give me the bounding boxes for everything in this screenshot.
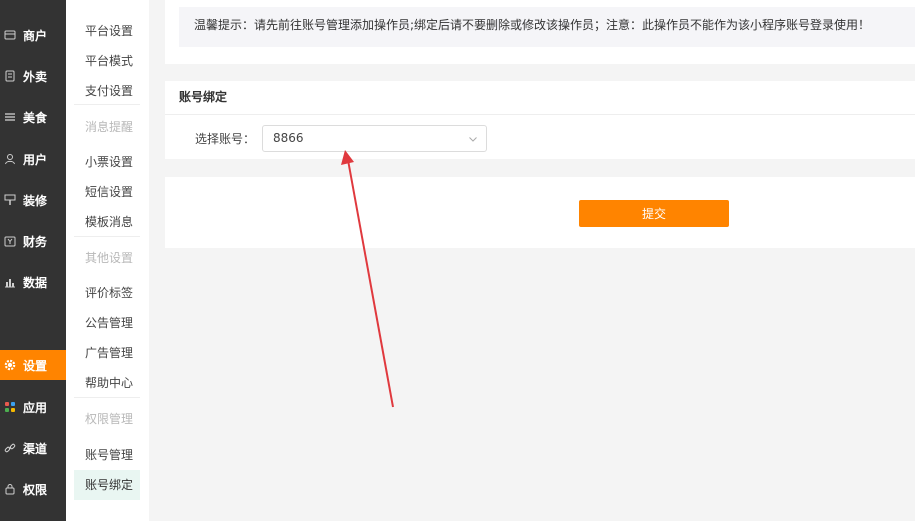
subnav-group-other: 其他设置: [85, 251, 134, 265]
subnav-item-ads[interactable]: 广告管理: [74, 338, 140, 368]
account-binding-card: 账号绑定 选择账号： 8866: [165, 81, 915, 159]
nav-item-merchant[interactable]: 商户: [0, 20, 66, 50]
subnav-group-message: 消息提醒: [85, 120, 134, 134]
nav-item-finance[interactable]: 财务: [0, 226, 66, 256]
nav-item-settings[interactable]: 设置: [0, 350, 66, 380]
notice-card: 温馨提示：请先前往账号管理添加操作员;绑定后请不要删除或修改该操作员；注意：此操…: [165, 0, 915, 64]
chevron-down-icon: [469, 137, 477, 142]
account-select-value: 8866: [273, 131, 304, 145]
nav-item-food[interactable]: 美食: [0, 102, 66, 132]
subnav-divider: [74, 236, 140, 237]
subnav-group-permission: 权限管理: [85, 412, 134, 426]
subnav-item-announcements[interactable]: 公告管理: [74, 308, 140, 338]
store-icon: [3, 28, 17, 42]
link-icon: [3, 441, 17, 455]
nav-item-permission[interactable]: 权限: [0, 474, 66, 504]
nav-label: 设置: [23, 358, 48, 373]
subnav-item-account-management[interactable]: 账号管理: [74, 440, 140, 470]
nav-label: 美食: [23, 110, 48, 125]
submit-card: 提交: [165, 177, 915, 248]
card-title: 账号绑定: [165, 81, 915, 115]
apps-icon: [3, 400, 17, 414]
nav-label: 数据: [23, 275, 48, 290]
subnav-item-sms-settings[interactable]: 短信设置: [74, 177, 140, 207]
nav-label: 权限: [23, 482, 48, 497]
subnav-item-account-binding[interactable]: 账号绑定: [74, 470, 140, 500]
subnav-item-review-tags[interactable]: 评价标签: [74, 278, 140, 308]
nav-item-user[interactable]: 用户: [0, 144, 66, 174]
nav-item-channel[interactable]: 渠道: [0, 433, 66, 463]
subnav-item-receipt-settings[interactable]: 小票设置: [74, 147, 140, 177]
decorate-icon: [3, 193, 17, 207]
nav-label: 用户: [23, 152, 48, 167]
subnav-divider: [74, 104, 140, 105]
nav-label: 外卖: [23, 69, 48, 84]
nav-item-apps[interactable]: 应用: [0, 392, 66, 422]
main-sidebar: 商户 外卖 美食 用户 装修 财务 数据 设置 应用 渠道 权限: [0, 0, 66, 521]
subnav-divider: [74, 397, 140, 398]
subnav-item-help-center[interactable]: 帮助中心: [74, 368, 140, 398]
menu-lines-icon: [3, 110, 17, 124]
subnav-item-platform-settings[interactable]: 平台设置: [74, 16, 140, 46]
settings-subnav: 平台设置 平台模式 支付设置 消息提醒 小票设置 短信设置 模板消息 其他设置 …: [66, 0, 149, 521]
nav-item-data[interactable]: 数据: [0, 267, 66, 297]
account-select[interactable]: 8866: [262, 125, 487, 152]
subnav-item-template-message[interactable]: 模板消息: [74, 207, 140, 237]
subnav-item-payment-settings[interactable]: 支付设置: [74, 76, 140, 106]
wallet-icon: [3, 234, 17, 248]
nav-label: 渠道: [23, 441, 48, 456]
notice-banner: 温馨提示：请先前往账号管理添加操作员;绑定后请不要删除或修改该操作员；注意：此操…: [179, 7, 915, 47]
nav-label: 应用: [23, 400, 48, 415]
bar-chart-icon: [3, 275, 17, 289]
nav-item-decorate[interactable]: 装修: [0, 185, 66, 215]
lock-icon: [3, 482, 17, 496]
nav-label: 装修: [23, 193, 48, 208]
submit-button[interactable]: 提交: [579, 200, 729, 227]
nav-label: 商户: [23, 28, 48, 43]
nav-label: 财务: [23, 234, 48, 249]
gear-icon: [3, 358, 17, 372]
document-icon: [3, 69, 17, 83]
account-select-label: 选择账号：: [195, 132, 256, 146]
nav-item-takeout[interactable]: 外卖: [0, 61, 66, 91]
user-icon: [3, 152, 17, 166]
subnav-item-platform-mode[interactable]: 平台模式: [74, 46, 140, 76]
